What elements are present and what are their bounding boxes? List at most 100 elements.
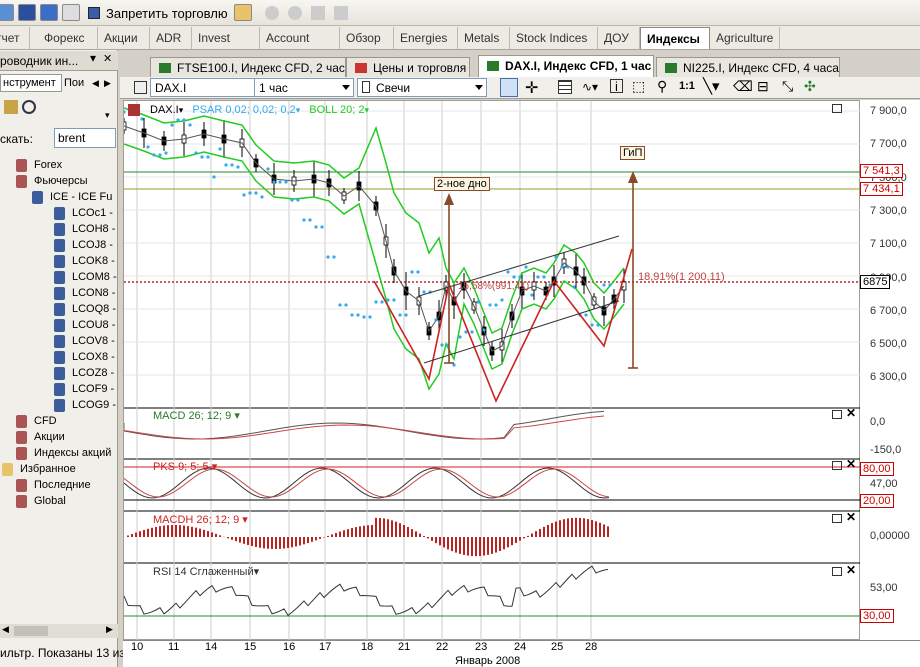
- search-input[interactable]: brent: [54, 128, 116, 148]
- navtab-2[interactable]: Акции: [98, 27, 150, 49]
- navtab-8[interactable]: Metals: [458, 27, 510, 49]
- price-tag-current[interactable]: 6875: [860, 275, 891, 289]
- doc-tab[interactable]: FTSE100.I, Индекс CFD, 2 часа: [150, 57, 346, 77]
- filter-icon[interactable]: [4, 100, 18, 114]
- settings-icon[interactable]: [234, 4, 252, 21]
- navtab-9[interactable]: Stock Indices: [510, 27, 598, 49]
- zoom-reset-icon[interactable]: 1:1: [679, 80, 695, 92]
- legend-symbol[interactable]: DAX.I: [150, 104, 179, 116]
- navtab-11[interactable]: Индексы: [640, 27, 710, 49]
- more-icon[interactable]: ▾: [105, 110, 110, 121]
- psar-dot: [218, 147, 222, 151]
- chart-type-select[interactable]: Свечи: [357, 78, 487, 97]
- resize-icon[interactable]: ⤡: [782, 78, 793, 95]
- crosshair-icon[interactable]: ✛: [525, 78, 538, 98]
- print-icon[interactable]: [62, 4, 80, 21]
- maximize-icon[interactable]: [832, 104, 842, 113]
- chart-area[interactable]: DAX.I▾ PSAR 0,02; 0,02; 0,2▾ BOLL 20; 2▾…: [123, 100, 861, 641]
- psar-dot: [332, 255, 336, 259]
- tab-prev-icon[interactable]: ◀: [92, 78, 99, 89]
- psar-dot: [338, 303, 342, 307]
- stop-trading-label[interactable]: Запретить торговлю: [106, 6, 228, 21]
- line-tool-icon[interactable]: ╲▾: [703, 77, 720, 95]
- navtab-12[interactable]: Agriculture: [710, 27, 780, 49]
- chart-canvas[interactable]: [124, 101, 861, 641]
- label-hip[interactable]: ГиП: [620, 146, 646, 160]
- navtab-10[interactable]: ДОУ: [598, 27, 640, 49]
- scroll-left-icon[interactable]: ◀: [2, 624, 9, 635]
- objects-icon[interactable]: ✣: [804, 78, 816, 95]
- tab-next-icon[interactable]: ▶: [104, 78, 111, 89]
- rsi-tag[interactable]: 30,00: [860, 609, 894, 623]
- info-icon[interactable]: i: [610, 79, 623, 93]
- indicators-icon[interactable]: ∿▾: [582, 80, 598, 94]
- chart-color-icon[interactable]: [128, 104, 140, 116]
- tree-icon: [54, 303, 65, 316]
- navtab-6[interactable]: Обзор: [340, 27, 394, 49]
- save-all-icon[interactable]: [40, 4, 58, 21]
- scroll-right-icon[interactable]: ▶: [106, 624, 113, 635]
- close-icon[interactable]: ✕: [103, 52, 112, 65]
- back-icon[interactable]: [265, 6, 279, 20]
- pks-tag[interactable]: 20,00: [860, 494, 894, 508]
- period-select[interactable]: 1 час: [254, 78, 354, 97]
- psar-dot: [170, 123, 174, 127]
- navtab-5[interactable]: Account: [260, 27, 340, 49]
- save-icon[interactable]: [18, 4, 36, 21]
- psar-dot: [248, 191, 252, 195]
- label-second-bottom[interactable]: 2-ное дно: [434, 177, 490, 191]
- navtab-0[interactable]: тчет: [0, 27, 30, 49]
- macd-max-icon[interactable]: [832, 410, 842, 419]
- legend-psar[interactable]: PSAR 0,02; 0,02; 0,2: [192, 104, 295, 116]
- date-axis[interactable]: 10 11 14 15 16 17 18 21 22 23 24 25 28 Январь 2008: [123, 640, 920, 667]
- eraser-icon[interactable]: ⌫: [733, 78, 753, 95]
- view-icon[interactable]: [22, 100, 36, 114]
- pks-close-icon[interactable]: ✕: [846, 457, 856, 471]
- tab-search[interactable]: Пои: [63, 76, 89, 92]
- cursor-icon[interactable]: [500, 78, 518, 97]
- price-axis[interactable]: 7 900,07 700,07 500,07 300,07 100,06 900…: [860, 100, 920, 640]
- chart-menu-icon[interactable]: [134, 81, 147, 94]
- navtab-1[interactable]: Форекс: [38, 27, 98, 49]
- h-scrollbar[interactable]: ◀ ▶: [0, 624, 118, 638]
- navtab-3[interactable]: ADR: [150, 27, 192, 49]
- macd-close-icon[interactable]: ✕: [846, 406, 856, 420]
- pks-tag[interactable]: 80,00: [860, 462, 894, 476]
- psar-dot: [362, 315, 366, 319]
- grid-icon[interactable]: [558, 80, 572, 94]
- tab-instrument[interactable]: нструмент: [0, 74, 62, 92]
- pks-label[interactable]: PKS 9; 5; 5 ▾: [153, 460, 217, 473]
- tree-icon: [54, 271, 65, 284]
- price-tag[interactable]: 7 434,1: [860, 182, 903, 196]
- macd-label[interactable]: MACD 26; 12; 9 ▾: [153, 409, 240, 422]
- rsi-close-icon[interactable]: ✕: [846, 563, 856, 577]
- doc-tab[interactable]: Цены и торговля: [346, 57, 470, 77]
- zoom-area-icon[interactable]: ⬚: [632, 78, 645, 95]
- rsi-max-icon[interactable]: [832, 567, 842, 576]
- stop-trading-checkbox[interactable]: [88, 7, 100, 19]
- doc-tab[interactable]: DAX.I, Индекс CFD, 1 час: [478, 55, 654, 77]
- macdh-label[interactable]: MACDH 26; 12; 9 ▾: [153, 513, 248, 526]
- open-icon[interactable]: [0, 4, 14, 21]
- doc-tab[interactable]: NI225.I, Индекс CFD, 4 часа: [656, 57, 840, 77]
- legend-boll[interactable]: BOLL 20; 2: [309, 104, 364, 116]
- scroll-thumb[interactable]: [14, 626, 48, 636]
- price-tag[interactable]: 7 541,3: [860, 164, 903, 178]
- macdh-tick: 0,00000: [870, 530, 910, 542]
- pks-max-icon[interactable]: [832, 461, 842, 470]
- zoom-icon[interactable]: ⚲: [657, 78, 667, 95]
- home-icon[interactable]: [311, 6, 325, 20]
- refresh-icon[interactable]: [334, 6, 348, 20]
- pin-icon[interactable]: ▾: [90, 51, 96, 65]
- symbol-select[interactable]: DAX.I: [150, 78, 270, 97]
- psar-dot: [314, 225, 318, 229]
- navtab-7[interactable]: Energies: [394, 27, 458, 49]
- tree-icon: [54, 399, 65, 412]
- navtab-4[interactable]: Invest: [192, 27, 260, 49]
- rsi-label[interactable]: RSI 14 Сглаженный▾: [153, 565, 259, 578]
- fib-icon[interactable]: ⊟: [757, 78, 769, 95]
- forward-icon[interactable]: [288, 6, 302, 20]
- psar-dot: [368, 315, 372, 319]
- macdh-close-icon[interactable]: ✕: [846, 510, 856, 524]
- macdh-max-icon[interactable]: [832, 514, 842, 523]
